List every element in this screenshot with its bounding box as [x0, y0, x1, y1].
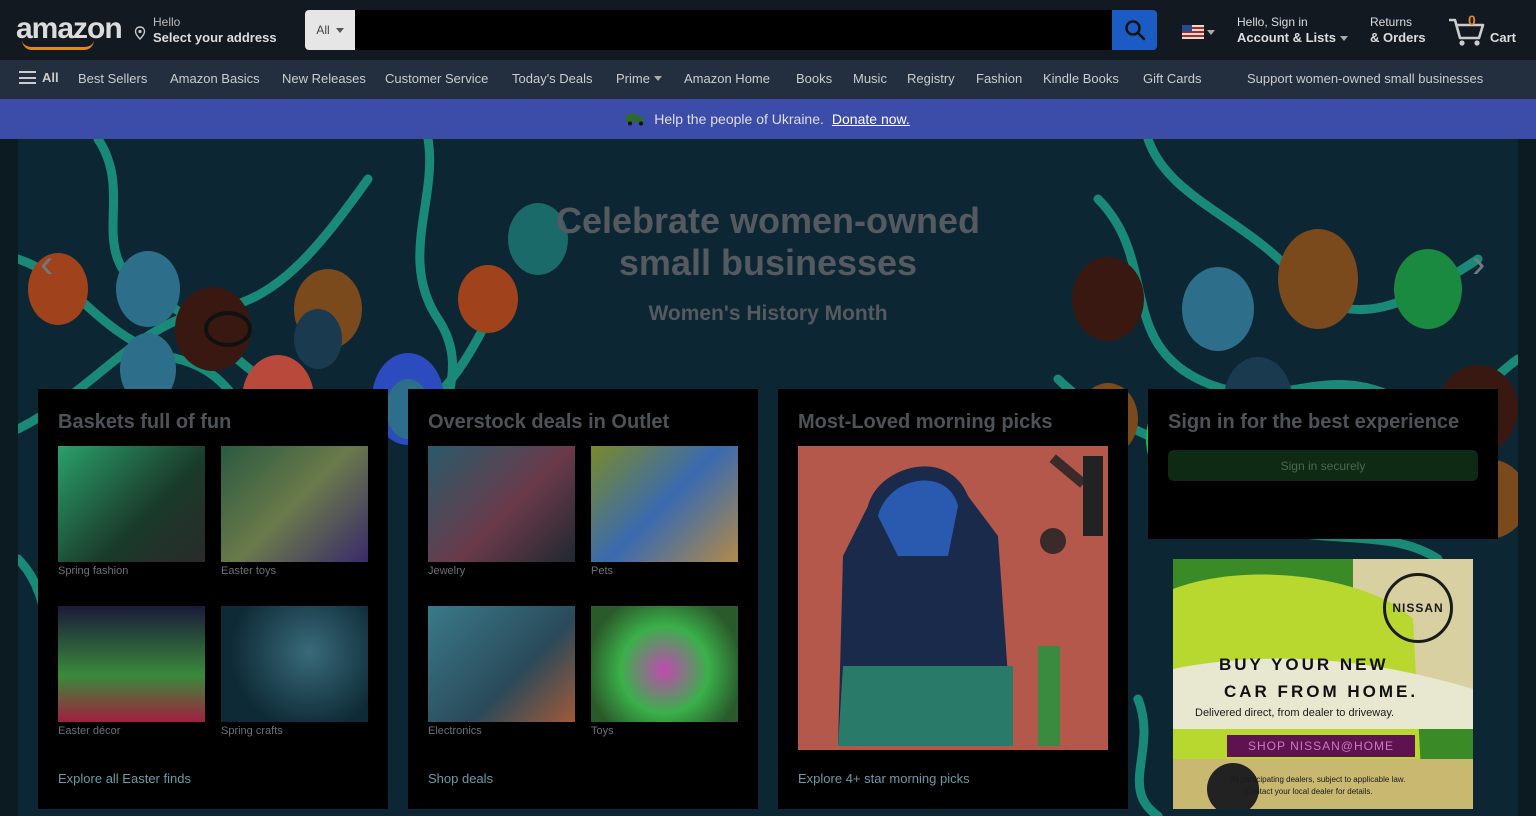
tile-label: Easter toys [221, 565, 277, 577]
language-selector[interactable] [1182, 24, 1216, 40]
truck-icon [626, 114, 645, 126]
chevron-down-icon [1339, 35, 1348, 41]
carousel-prev-button[interactable]: ‹ [40, 244, 64, 284]
category-nav: All Best Sellers Amazon Basics New Relea… [0, 60, 1536, 99]
chevron-down-icon [335, 27, 344, 33]
location-pin-icon [134, 26, 146, 40]
card-link[interactable]: Explore all Easter finds [58, 771, 191, 786]
returns-label: Returns [1370, 15, 1413, 29]
card-link[interactable]: Shop deals [428, 771, 493, 786]
card-baskets: Baskets full of fun Spring fashion Easte… [38, 389, 388, 809]
card-link[interactable]: Explore 4+ star morning picks [798, 771, 970, 786]
amazon-logo[interactable]: amazon [16, 12, 123, 50]
ad-fineprint-1: At participating dealers, subject to app… [1231, 775, 1406, 784]
tile-label: Jewelry [428, 565, 466, 577]
ad-subtext: Delivered direct, from dealer to drivewa… [1195, 707, 1395, 719]
delivery-location[interactable]: Hello Select your address [133, 14, 277, 46]
search-input[interactable] [355, 10, 1112, 50]
chevron-left-icon: ‹ [40, 242, 54, 286]
nissan-logo-text: NISSAN [1392, 601, 1444, 615]
tile-label: Spring crafts [221, 725, 283, 737]
search-category-label: All [316, 23, 330, 37]
nav-item-customer-service[interactable]: Customer Service [385, 71, 488, 86]
nissan-logo: NISSAN [1383, 573, 1453, 643]
tile-label: Electronics [428, 725, 482, 737]
tile-spring-crafts[interactable] [221, 606, 368, 722]
cart-count-badge: 0 [1468, 12, 1476, 28]
top-header: amazon Hello Select your address All Hel… [0, 0, 1536, 60]
signin-card: Sign in for the best experience Sign in … [1148, 389, 1498, 539]
cart-button[interactable]: 0 Cart [1447, 12, 1522, 48]
tile-electronics[interactable] [428, 606, 575, 722]
account-greeting: Hello, Sign in [1237, 15, 1308, 29]
logo-smile [22, 40, 94, 50]
card-title: Most-Loved morning picks [798, 411, 1053, 433]
donation-banner: Help the people of Ukraine. Donate now. [0, 99, 1536, 139]
tile-pets[interactable] [591, 446, 738, 562]
hero-title: Celebrate women-owned small businesses [0, 200, 1536, 284]
tile-label: Easter décor [58, 725, 121, 737]
chevron-down-icon [653, 76, 662, 81]
nav-item-kindle-books[interactable]: Kindle Books [1043, 71, 1119, 86]
ad-headline-1: BUY YOUR NEW [1219, 655, 1389, 674]
nav-item-books[interactable]: Books [796, 71, 832, 86]
carousel-next-button[interactable]: › [1472, 244, 1496, 284]
card-morning-picks: Most-Loved morning picks Explore 4+ star… [778, 389, 1128, 809]
nav-item-best-sellers[interactable]: Best Sellers [78, 71, 147, 86]
nav-item-gift-cards[interactable]: Gift Cards [1143, 71, 1202, 86]
nav-item-amazon-home[interactable]: Amazon Home [684, 71, 770, 86]
hoodie-illustration [838, 454, 1103, 746]
nav-promo-link[interactable]: Support women-owned small businesses [1247, 71, 1483, 86]
card-title: Baskets full of fun [58, 411, 232, 433]
all-label: All [42, 70, 59, 85]
search-button[interactable] [1112, 10, 1157, 50]
nav-item-todays-deals[interactable]: Today's Deals [512, 71, 593, 86]
donate-now-link[interactable]: Donate now. [832, 111, 910, 127]
hero-subtitle: Women's History Month [648, 302, 888, 325]
search-icon [1124, 20, 1145, 41]
search-bar: All [305, 10, 1157, 50]
tile-jewelry[interactable] [428, 446, 575, 562]
location-greeting: Hello [153, 15, 181, 29]
tile-toys[interactable] [591, 606, 738, 722]
signin-title: Sign in for the best experience [1168, 411, 1460, 433]
search-category-dropdown[interactable]: All [305, 10, 355, 50]
us-flag-icon [1182, 25, 1204, 39]
nav-item-fashion[interactable]: Fashion [976, 71, 1022, 86]
ad-headline-2: CAR FROM HOME. [1224, 682, 1419, 701]
account-menu[interactable]: Hello, Sign in Account & Lists [1237, 14, 1348, 46]
chevron-down-icon [1207, 29, 1215, 35]
ad-fineprint-2: Contact your local dealer for details. [1245, 787, 1373, 796]
tile-label: Pets [591, 565, 614, 577]
nav-item-prime[interactable]: Prime [616, 71, 662, 86]
banner-text: Help the people of Ukraine. [654, 111, 824, 127]
tile-spring-fashion[interactable] [58, 446, 205, 562]
tile-easter-toys[interactable] [221, 446, 368, 562]
hero-title-line2: small businesses [618, 242, 918, 283]
nissan-ad[interactable]: NISSAN BUY YOUR NEW CAR FROM HOME. Deliv… [1173, 559, 1473, 809]
nav-item-registry[interactable]: Registry [907, 71, 955, 86]
tile-label: Toys [591, 725, 614, 737]
hero-title-line1: Celebrate women-owned [555, 200, 981, 241]
location-address: Select your address [153, 30, 277, 45]
cart-label: Cart [1490, 30, 1517, 45]
prime-label: Prime [616, 71, 650, 86]
tile-easter-decor[interactable] [58, 606, 205, 722]
signin-button[interactable]: Sign in securely [1168, 450, 1478, 481]
card-outlet: Overstock deals in Outlet Jewelry Pets E… [408, 389, 758, 809]
morning-picks-image[interactable] [798, 446, 1108, 750]
shop-nissan-button[interactable]: SHOP NISSAN@HOME [1227, 735, 1415, 757]
card-title: Overstock deals in Outlet [428, 411, 670, 433]
cart-icon [1449, 18, 1485, 46]
nav-item-new-releases[interactable]: New Releases [282, 71, 366, 86]
menu-icon [19, 71, 36, 84]
chevron-right-icon: › [1472, 242, 1486, 286]
account-lists-label: Account & Lists [1237, 30, 1336, 45]
nav-item-amazon-basics[interactable]: Amazon Basics [170, 71, 260, 86]
nav-item-music[interactable]: Music [853, 71, 887, 86]
orders-label: & Orders [1370, 30, 1426, 45]
all-menu-button[interactable]: All [19, 70, 59, 85]
returns-orders[interactable]: Returns & Orders [1370, 14, 1426, 46]
tile-label: Spring fashion [58, 565, 129, 577]
